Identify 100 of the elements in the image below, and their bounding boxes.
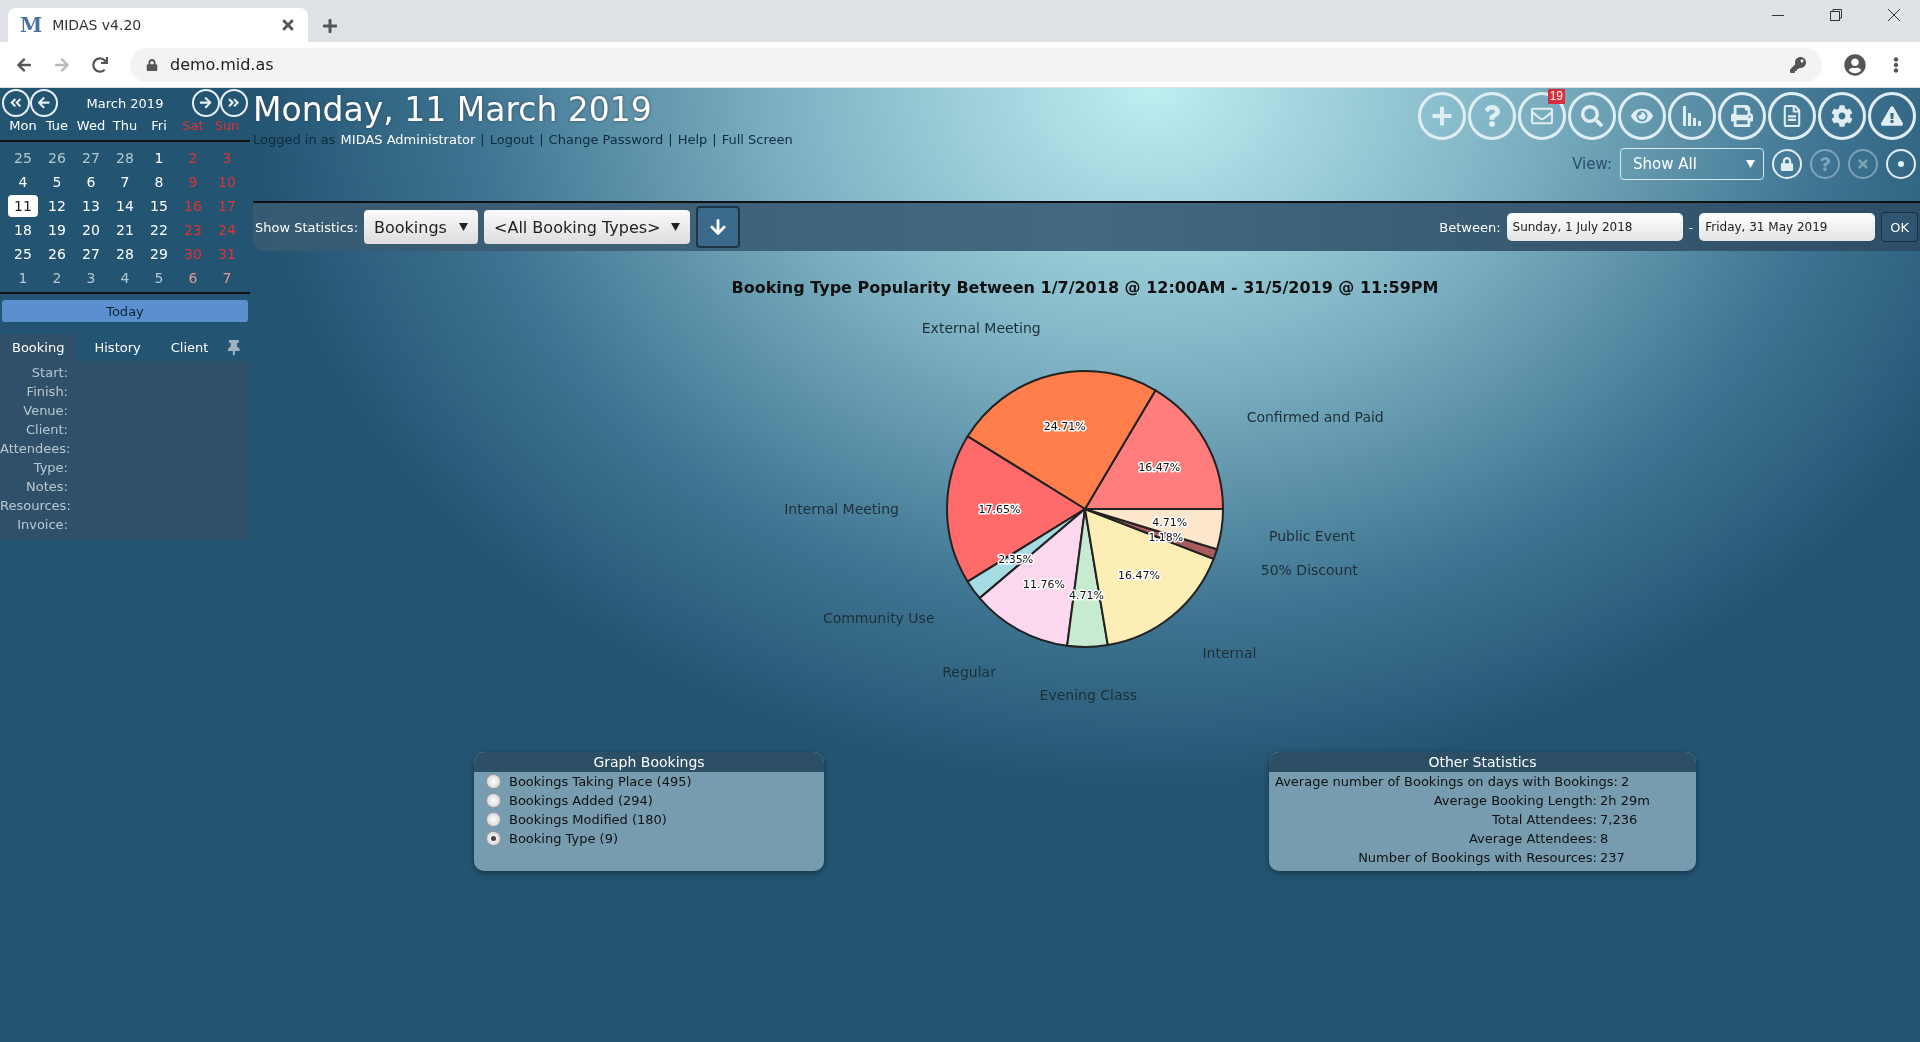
calendar-day[interactable]: 27 <box>76 243 106 265</box>
next-month-button[interactable] <box>192 89 220 117</box>
statistic-label: Average Booking Length: <box>1432 792 1597 809</box>
view-button[interactable] <box>1618 92 1666 140</box>
previous-month-button[interactable] <box>30 89 58 117</box>
start-date-field[interactable]: Sunday, 1 July 2018 <box>1506 213 1683 241</box>
booking-type-select[interactable]: <All Booking Types> <box>484 210 691 244</box>
panel-tab[interactable]: Client <box>158 334 221 361</box>
weekday-label: Tue <box>44 118 70 135</box>
settings-icon <box>1831 105 1853 127</box>
address-bar[interactable]: demo.mid.as <box>130 47 1822 82</box>
calendar-day[interactable]: 7 <box>110 171 140 193</box>
calendar-day[interactable]: 28 <box>110 243 140 265</box>
lock-button[interactable] <box>1772 149 1802 179</box>
bar-chart-icon <box>1681 105 1703 127</box>
document-button[interactable] <box>1768 92 1816 140</box>
calendar-day[interactable]: 25 <box>8 147 38 169</box>
calendar-day[interactable]: 22 <box>144 219 174 241</box>
back-icon[interactable] <box>16 56 32 73</box>
link-separator: | <box>712 132 717 147</box>
calendar-day[interactable]: 28 <box>110 147 140 169</box>
calendar-day[interactable]: 26 <box>42 243 72 265</box>
header-link[interactable]: Help <box>677 132 708 147</box>
calendar-day[interactable]: 6 <box>76 171 106 193</box>
calendar-day[interactable]: 12 <box>42 195 72 217</box>
previous-year-button[interactable] <box>2 89 30 117</box>
settings-button[interactable] <box>1818 92 1866 140</box>
envelope-icon <box>1531 105 1553 127</box>
statistic-value: 8 <box>1600 830 1610 847</box>
calendar-day[interactable]: 5 <box>144 267 174 289</box>
end-date-field[interactable]: Friday, 31 May 2019 <box>1699 213 1876 241</box>
new-tab-icon[interactable] <box>322 18 338 34</box>
calendar-day[interactable]: 13 <box>76 195 106 217</box>
calendar-day[interactable]: 2 <box>42 267 72 289</box>
restore-icon[interactable] <box>1830 9 1842 21</box>
radio-button[interactable] <box>486 831 501 846</box>
radio-button[interactable] <box>486 812 501 827</box>
alert-button[interactable] <box>1868 92 1916 140</box>
close-icon[interactable] <box>280 17 296 33</box>
header-link[interactable]: Full Screen <box>721 132 793 147</box>
view-label: View: <box>1572 155 1612 173</box>
slice-category-label: Community Use <box>822 610 935 627</box>
download-button[interactable] <box>696 206 741 248</box>
calendar-day[interactable]: 4 <box>8 171 38 193</box>
calendar-day[interactable]: 7 <box>212 267 242 289</box>
calendar-day[interactable]: 29 <box>144 243 174 265</box>
dot-button[interactable] <box>1886 149 1916 179</box>
calendar-day[interactable]: 5 <box>42 171 72 193</box>
calendar-day[interactable]: 19 <box>42 219 72 241</box>
calendar-day[interactable]: 15 <box>144 195 174 217</box>
slice-value-label: 16.47% <box>1118 569 1160 583</box>
today-button[interactable]: Today <box>2 300 248 322</box>
statistics-button[interactable] <box>1668 92 1716 140</box>
weekday-label: Fri <box>150 118 168 135</box>
calendar-day[interactable]: 14 <box>110 195 140 217</box>
calendar-day[interactable]: 27 <box>76 147 106 169</box>
panel-tab[interactable]: History <box>82 334 153 361</box>
warning-icon <box>1881 105 1903 127</box>
calendar-day[interactable]: 6 <box>178 267 208 289</box>
weekday-label: Thu <box>111 118 139 135</box>
statistic-value: 7,236 <box>1600 811 1639 828</box>
panel-tab[interactable]: Booking <box>0 334 77 361</box>
calendar-day[interactable]: 8 <box>144 171 174 193</box>
browser-tab[interactable]: M MIDAS v4.20 <box>8 8 308 42</box>
field-label: Venue: <box>22 402 68 420</box>
radio-button[interactable] <box>486 774 501 789</box>
key-icon[interactable] <box>1790 56 1806 73</box>
calendar-day[interactable]: 4 <box>110 267 140 289</box>
next-year-button[interactable] <box>220 89 248 117</box>
reload-icon[interactable] <box>92 56 108 73</box>
radio-button[interactable] <box>486 793 501 808</box>
close-icon[interactable] <box>1888 9 1900 21</box>
calendar-day[interactable]: 3 <box>76 267 106 289</box>
calendar-day[interactable]: 1 <box>144 147 174 169</box>
statistic-select[interactable]: Bookings <box>364 210 479 244</box>
mail-button[interactable]: 19 <box>1518 92 1566 140</box>
help-icon <box>1818 157 1832 171</box>
statistic-label: Number of Bookings with Resources: <box>1357 849 1597 866</box>
header-link[interactable]: Change Password <box>548 132 664 147</box>
calendar-day[interactable]: 18 <box>8 219 38 241</box>
calendar-day[interactable]: 26 <box>42 147 72 169</box>
document-icon <box>1781 105 1803 127</box>
calendar-day[interactable]: 11 <box>8 195 38 217</box>
slice-value-label: 1.18% <box>1148 530 1184 544</box>
view-select[interactable]: Show All <box>1620 148 1764 180</box>
calendar-day[interactable]: 20 <box>76 219 106 241</box>
calendar-day[interactable]: 21 <box>110 219 140 241</box>
account-icon[interactable] <box>1844 53 1866 76</box>
calendar-day[interactable]: 25 <box>8 243 38 265</box>
ok-button[interactable]: OK <box>1881 212 1918 242</box>
field-label: Finish: <box>25 383 68 401</box>
pin-icon[interactable] <box>226 339 242 356</box>
print-button[interactable] <box>1718 92 1766 140</box>
field-label: Invoice: <box>16 516 68 534</box>
slice-value-label: 17.65% <box>978 503 1021 516</box>
user-name: MIDAS Administrator <box>340 132 476 147</box>
statistics-label: Show Statistics: <box>255 219 359 235</box>
slice-value-label: 11.76% <box>1023 578 1065 592</box>
notification-badge: 19 <box>1547 89 1565 104</box>
calendar-day[interactable]: 1 <box>8 267 38 289</box>
